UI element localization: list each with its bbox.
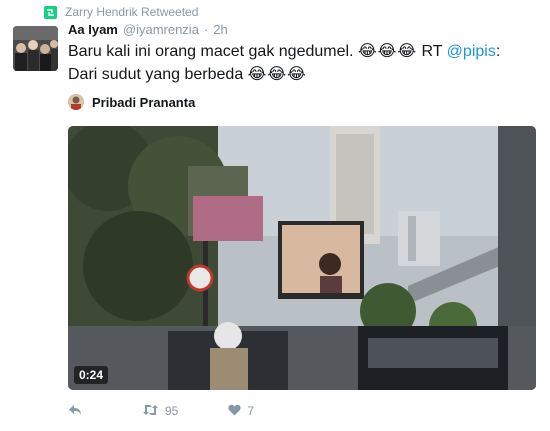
retweet-context: Zarry Hendrik Retweeted — [44, 4, 198, 20]
laughing-emoji-group-1: 😂😂😂 — [357, 43, 418, 60]
retweet-icon — [142, 404, 159, 419]
author-name[interactable]: Aa Iyam — [68, 22, 118, 37]
heart-icon — [228, 404, 241, 419]
media-attribution[interactable]: Pribadi Prananta — [68, 93, 195, 111]
tweet-timestamp[interactable]: 2h — [213, 22, 227, 37]
retweet-context-text[interactable]: Zarry Hendrik Retweeted — [65, 5, 198, 19]
retweet-count: 95 — [165, 404, 179, 418]
retweet-badge-icon — [44, 5, 57, 19]
like-button[interactable]: 7 — [228, 404, 254, 419]
tweet-header: Aa Iyam @iyamrenzia · 2h — [68, 22, 228, 37]
laughing-emoji-group-2: 😂😂😂 — [247, 66, 307, 83]
video-frame — [68, 126, 536, 390]
reply-button[interactable] — [68, 404, 82, 419]
author-avatar[interactable] — [13, 26, 58, 71]
author-handle[interactable]: @iyamrenzia — [123, 22, 199, 37]
tweet-text-part1: Baru kali ini orang macet gak ngedumel. — [68, 43, 358, 60]
reply-icon — [68, 404, 82, 419]
like-count: 7 — [247, 404, 255, 418]
mention-link[interactable]: @pipis — [447, 43, 496, 60]
retweet-button[interactable]: 95 — [142, 404, 178, 419]
attribution-name: Pribadi Prananta — [92, 94, 196, 110]
header-separator: · — [203, 22, 209, 37]
tweet-actions: 95 7 — [68, 403, 254, 419]
video-player[interactable]: 0:24 — [68, 126, 536, 390]
attribution-avatar — [68, 94, 84, 110]
tweet-text-part2: RT — [417, 43, 447, 60]
tweet-text: Baru kali ini orang macet gak ngedumel. … — [68, 40, 528, 86]
video-duration: 0:24 — [74, 366, 109, 384]
